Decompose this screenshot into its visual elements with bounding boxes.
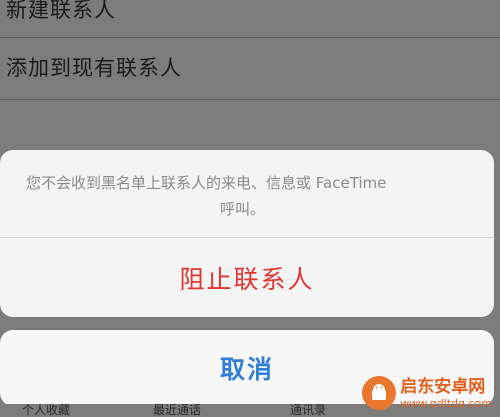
watermark-url: www.qdltdq.com — [400, 396, 492, 410]
message-line-2: 呼叫。 — [220, 200, 266, 218]
tab-contacts[interactable]: 通讯录 — [290, 404, 326, 416]
tab-favorites[interactable]: 个人收藏 — [22, 404, 70, 416]
list-divider — [0, 99, 500, 100]
list-item-label: 新建联系人 — [6, 0, 116, 22]
list-item-label: 添加到现有联系人 — [6, 56, 182, 80]
watermark-logo-icon — [362, 376, 397, 410]
watermark: 启东安卓网 www.qdltdq.com — [362, 374, 492, 412]
tab-recents[interactable]: 最近通话 — [153, 404, 201, 416]
watermark-title: 启东安卓网 — [400, 376, 486, 397]
list-divider — [0, 37, 500, 38]
list-item-new-contact[interactable]: 新建联系人 — [0, 0, 500, 30]
android-logo-icon — [372, 384, 387, 400]
action-sheet: 您不会收到黑名单上联系人的来电、信息或 FaceTime 呼叫。 阻止联系人 — [0, 150, 494, 317]
block-contact-button[interactable]: 阻止联系人 — [0, 238, 494, 317]
watermark-text: 启东安卓网 www.qdltdq.com — [400, 377, 492, 410]
list-item-add-to-existing[interactable]: 添加到现有联系人 — [0, 52, 500, 88]
message-line-1: 您不会收到黑名单上联系人的来电、信息或 FaceTime — [26, 174, 387, 192]
action-sheet-message: 您不会收到黑名单上联系人的来电、信息或 FaceTime 呼叫。 — [0, 150, 494, 237]
phone-screen: 新建联系人 添加到现有联系人 您不会收到黑名单上联系人的来电、信息或 FaceT… — [0, 0, 500, 417]
